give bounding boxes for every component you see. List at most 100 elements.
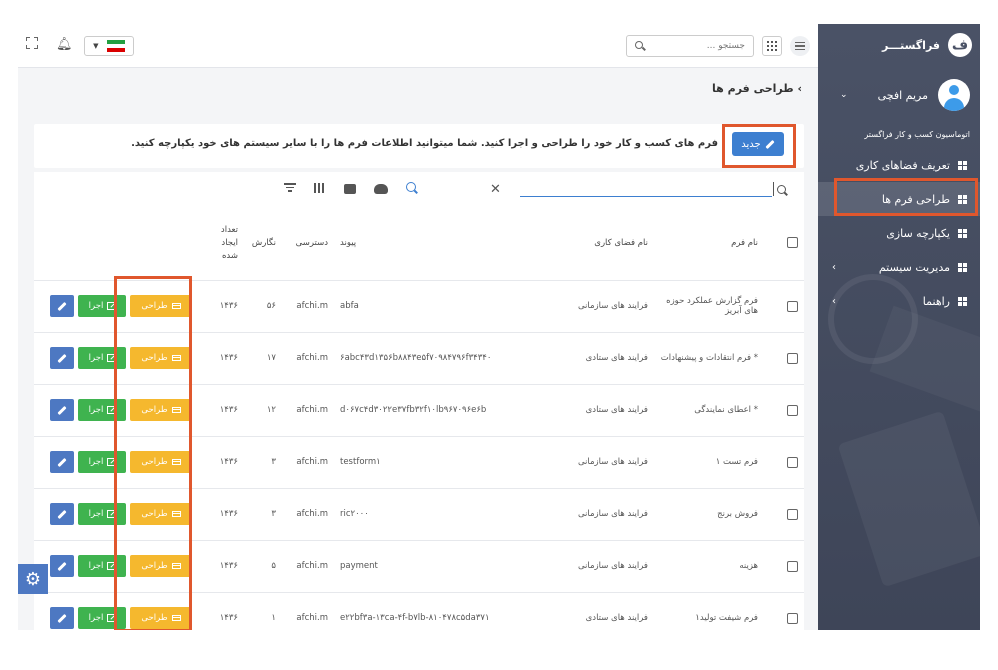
cell-created: ۱۴۳۶ [198, 280, 244, 333]
cell-link: testform۱ [334, 436, 508, 489]
cell-created: ۱۴۳۶ [198, 592, 244, 630]
cell-workspace: فرایند های سازمانی [508, 436, 654, 489]
pencil-icon [57, 353, 67, 363]
cloud-download-icon[interactable] [374, 184, 388, 194]
page-title: طراحی فرم ها [712, 82, 794, 95]
search-input[interactable] [655, 39, 745, 53]
sidebar-item-integration[interactable]: یکپارچه سازی [818, 216, 980, 250]
highlight-box [114, 276, 192, 630]
row-checkbox[interactable] [787, 560, 798, 572]
table-search-input[interactable] [520, 196, 772, 197]
settings-gear-icon[interactable]: ⚙ [18, 564, 48, 594]
user-profile[interactable]: مریم افچی ⌄ [818, 78, 980, 112]
run-button-label: اجرا [88, 613, 104, 623]
edit-button[interactable] [50, 555, 74, 577]
sidebar-item-help[interactable]: راهنما ‹ [818, 284, 980, 318]
cell-access: afchi.m [282, 436, 334, 489]
chevron-down-icon[interactable]: ⌄ [840, 90, 848, 100]
header-workspace[interactable]: نام فضای کاری [508, 208, 654, 281]
brand[interactable]: ف فراگستـــر [882, 32, 972, 58]
cell-access: afchi.m [282, 592, 334, 630]
pencil-icon [57, 301, 67, 311]
apps-grid-icon[interactable] [762, 36, 782, 56]
header-created-count[interactable]: تعداد ایجاد شده [198, 208, 244, 281]
cell-version: ۵ [244, 540, 282, 593]
cell-form-name: فرم گزارش عملکرد حوزه های آبریز [654, 280, 764, 333]
app-frame: ف فراگستـــر مریم افچی ⌄ اتوماسیون کسب و… [18, 24, 980, 630]
select-all-checkbox[interactable] [787, 237, 798, 249]
cell-link: abfa [334, 280, 508, 333]
caret-down-icon: ▼ [93, 42, 99, 50]
row-checkbox[interactable] [787, 508, 798, 520]
sidebar-item-label: راهنما [922, 294, 950, 308]
sidebar-menu: تعریف فضاهای کاری طراحی فرم ها یکپارچه س… [818, 148, 980, 318]
sidebar-item-system-management[interactable]: مدیریت سیستم ‹ [818, 250, 980, 284]
page-description: فرم های کسب و کار خود را طراحی و اجرا کن… [131, 138, 718, 149]
highlight-box [722, 124, 796, 168]
search-icon[interactable] [635, 41, 643, 49]
run-button-label: اجرا [88, 301, 104, 311]
sidebar-item-workspaces[interactable]: تعریف فضاهای کاری [818, 148, 980, 182]
cell-access: afchi.m [282, 488, 334, 541]
cell-version: ۱ [244, 592, 282, 630]
search-icon[interactable] [406, 182, 418, 194]
sidebar: ف فراگستـــر مریم افچی ⌄ اتوماسیون کسب و… [818, 24, 980, 630]
clear-icon[interactable]: ✕ [490, 182, 501, 197]
row-checkbox[interactable] [787, 612, 798, 624]
cell-version: ۳ [244, 436, 282, 489]
cell-created: ۱۴۳۶ [198, 436, 244, 489]
language-selector[interactable]: ▼ [84, 36, 134, 56]
header-version[interactable]: نگارش [244, 208, 282, 281]
columns-icon[interactable] [314, 182, 326, 194]
edit-button[interactable] [50, 347, 74, 369]
edit-button[interactable] [50, 607, 74, 629]
grid-icon [958, 228, 968, 238]
row-checkbox[interactable] [787, 352, 798, 364]
print-icon[interactable] [344, 184, 356, 194]
row-select-cell [764, 436, 804, 489]
pencil-icon [57, 457, 67, 467]
table-toolbar: ✕ [34, 172, 804, 208]
fullscreen-icon[interactable] [26, 37, 38, 49]
row-checkbox[interactable] [787, 456, 798, 468]
breadcrumb: › طراحی فرم ها [712, 82, 802, 95]
edit-button[interactable] [50, 399, 74, 421]
grid-icon [958, 262, 968, 272]
global-search[interactable] [626, 35, 754, 57]
select-all-cell [764, 208, 804, 281]
sidebar-item-label: تعریف فضاهای کاری [855, 158, 950, 172]
cell-workspace: فرایند های سازمانی [508, 488, 654, 541]
cell-form-name: فرم شیفت تولید۱ [654, 592, 764, 630]
cell-access: afchi.m [282, 540, 334, 593]
cell-access: afchi.m [282, 280, 334, 333]
cell-workspace: فرایند های سازمانی [508, 540, 654, 593]
edit-button[interactable] [50, 295, 74, 317]
edit-button[interactable] [50, 503, 74, 525]
cell-form-name: * اعطای نمایندگی [654, 384, 764, 437]
iran-flag-icon [106, 40, 125, 52]
header-link[interactable]: پیوند [334, 208, 508, 281]
cell-link: e۲۲bf۳a-۱۳ca-۴f-b۷lb-۸۱۰۴۷۸c۵da۳۷۱ [334, 592, 508, 630]
header-form-name[interactable]: نام فرم [654, 208, 764, 281]
text-cursor [773, 182, 774, 196]
menu-icon[interactable] [790, 36, 810, 56]
row-checkbox[interactable] [787, 404, 798, 416]
cell-created: ۱۴۳۶ [198, 384, 244, 437]
notification-bell-icon[interactable]: 🔔︎ [56, 37, 73, 52]
cell-access: afchi.m [282, 332, 334, 385]
pencil-icon [57, 509, 67, 519]
brand-name: فراگستـــر [881, 38, 940, 52]
header-access[interactable]: دسترسی [282, 208, 334, 281]
filter-icon[interactable] [284, 182, 296, 194]
sidebar-decoration [837, 410, 980, 588]
row-checkbox[interactable] [787, 300, 798, 312]
avatar [938, 79, 970, 111]
row-select-cell [764, 592, 804, 630]
sidebar-item-label: مدیریت سیستم [878, 260, 950, 274]
highlight-box [834, 178, 978, 216]
header-actions [34, 208, 198, 281]
cell-link: d۰۶۷c۴d۳۰۲۲e۳۷fb۳۲f۱۰lb۹۶۷۰۹۶e۶b [334, 384, 508, 437]
row-select-cell [764, 384, 804, 437]
sidebar-item-label: یکپارچه سازی [886, 226, 950, 240]
edit-button[interactable] [50, 451, 74, 473]
